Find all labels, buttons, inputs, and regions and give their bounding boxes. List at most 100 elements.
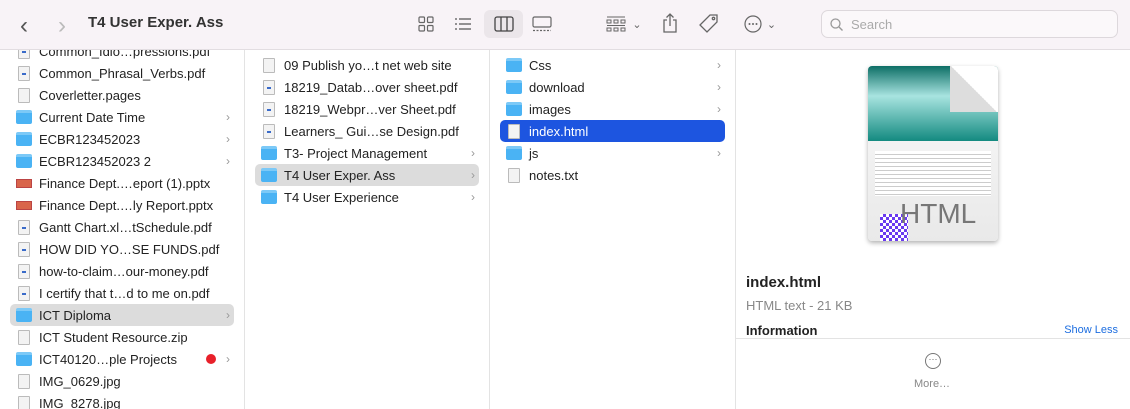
- list-icon: [455, 18, 471, 30]
- folder-icon: [16, 132, 32, 146]
- document-icon: [18, 87, 30, 103]
- list-item[interactable]: T3- Project Management ›: [255, 142, 479, 164]
- list-item[interactable]: how-to-claim…our-money.pdf: [10, 260, 234, 282]
- group-button[interactable]: ⌄: [605, 14, 643, 34]
- document-icon: [508, 123, 520, 139]
- chevron-right-icon: ›: [471, 146, 475, 160]
- toolbar: ‹ › T4 User Exper. Ass ⌄ ⌄ Search: [0, 0, 1130, 50]
- list-item[interactable]: download ›: [500, 76, 725, 98]
- list-item[interactable]: IMG_0629.jpg: [10, 370, 234, 392]
- list-item[interactable]: Finance Dept.…ly Report.pptx: [10, 194, 234, 216]
- file-thumbnail: HTML: [868, 66, 998, 241]
- document-icon: [18, 395, 30, 409]
- item-label: Learners_ Gui…se Design.pdf: [284, 123, 459, 139]
- group-icon: [606, 16, 626, 32]
- ellipsis-circle-icon[interactable]: ···: [925, 353, 941, 369]
- list-item[interactable]: I certify that t…d to me on.pdf: [10, 282, 234, 304]
- list-item[interactable]: ICT Student Resource.zip: [10, 326, 234, 348]
- ellipsis-circle-icon: [744, 15, 762, 33]
- document-icon: [18, 241, 30, 257]
- item-label: Common_Idio…pressions.pdf: [39, 50, 211, 59]
- chevron-right-icon: ›: [226, 110, 230, 124]
- gallery-icon: [532, 16, 552, 32]
- preview-pane: HTML index.html HTML text - 21 KB Inform…: [736, 50, 1130, 409]
- document-icon: [263, 101, 275, 117]
- list-item[interactable]: Gantt Chart.xl…tSchedule.pdf: [10, 216, 234, 238]
- document-icon: [18, 219, 30, 235]
- list-view-button[interactable]: [454, 16, 472, 32]
- item-label: IMG_8278.jpg: [39, 395, 121, 409]
- chevron-right-icon: ›: [471, 168, 475, 182]
- search-placeholder: Search: [851, 16, 893, 32]
- document-icon: [18, 373, 30, 389]
- item-label: HOW DID YO…SE FUNDS.pdf: [39, 241, 220, 257]
- item-label: js: [529, 145, 539, 161]
- list-item[interactable]: ICT40120…ple Projects ›: [10, 348, 234, 370]
- folder-icon: [506, 146, 522, 160]
- list-item[interactable]: Coverletter.pages: [10, 84, 234, 106]
- icon-view-button[interactable]: [418, 16, 434, 32]
- item-label: Finance Dept.…ly Report.pptx: [39, 197, 214, 213]
- chevron-right-icon: ›: [717, 146, 721, 160]
- item-label: images: [529, 101, 571, 117]
- search-field[interactable]: Search: [821, 10, 1118, 38]
- list-item[interactable]: Learners_ Gui…se Design.pdf: [255, 120, 479, 142]
- list-item[interactable]: 18219_Datab…over sheet.pdf: [255, 76, 479, 98]
- tag-button[interactable]: [698, 13, 720, 35]
- list-item[interactable]: Common_Phrasal_Verbs.pdf: [10, 62, 234, 84]
- share-icon: [663, 13, 677, 33]
- document-icon: [18, 329, 30, 345]
- chevron-right-icon: ›: [717, 58, 721, 72]
- item-label: Finance Dept.…eport (1).pptx: [39, 175, 211, 191]
- list-item[interactable]: ECBR123452023 2 ›: [10, 150, 234, 172]
- forward-button[interactable]: ›: [58, 12, 66, 40]
- list-item[interactable]: images ›: [500, 98, 725, 120]
- folder-icon: [16, 110, 32, 124]
- list-item[interactable]: index.html: [500, 120, 725, 142]
- chevron-right-icon: ›: [717, 80, 721, 94]
- document-icon: [18, 285, 30, 301]
- preview-kind-size: HTML text - 21 KB: [746, 298, 853, 313]
- folder-icon: [16, 352, 32, 366]
- list-item[interactable]: Common_Idio…pressions.pdf: [10, 50, 234, 62]
- list-item[interactable]: Css ›: [500, 54, 725, 76]
- list-item[interactable]: js ›: [500, 142, 725, 164]
- item-label: 18219_Datab…over sheet.pdf: [284, 79, 458, 95]
- window-title: T4 User Exper. Ass: [88, 14, 224, 31]
- list-item[interactable]: notes.txt: [500, 164, 725, 186]
- item-label: Gantt Chart.xl…tSchedule.pdf: [39, 219, 212, 235]
- list-item[interactable]: HOW DID YO…SE FUNDS.pdf: [10, 238, 234, 260]
- presentation-icon: [16, 178, 32, 188]
- document-icon: [263, 57, 275, 73]
- folder-icon: [261, 146, 277, 160]
- chevron-right-icon: ›: [226, 132, 230, 146]
- column-3[interactable]: Css › download › images › index.html js › notes.t…: [490, 50, 736, 409]
- red-tag-icon: [206, 354, 216, 364]
- list-item[interactable]: T4 User Experience ›: [255, 186, 479, 208]
- back-button[interactable]: ‹: [20, 12, 28, 40]
- item-label: IMG_0629.jpg: [39, 373, 121, 389]
- list-item[interactable]: IMG_8278.jpg: [10, 392, 234, 409]
- item-label: download: [529, 79, 585, 95]
- column-2[interactable]: 09 Publish yo…t net web site 18219_Datab……: [245, 50, 490, 409]
- list-item[interactable]: Current Date Time ›: [10, 106, 234, 128]
- share-button[interactable]: [662, 12, 678, 34]
- list-item[interactable]: ICT Diploma ›: [10, 304, 234, 326]
- column-1[interactable]: Common_Idio…pressions.pdf Common_Phrasal_…: [0, 50, 245, 409]
- chevron-right-icon: ›: [717, 102, 721, 116]
- folder-icon: [16, 308, 32, 322]
- item-label: ECBR123452023: [39, 131, 141, 147]
- list-item[interactable]: ECBR123452023 ›: [10, 128, 234, 150]
- gallery-view-button[interactable]: [532, 16, 552, 32]
- list-item[interactable]: 18219_Webpr…ver Sheet.pdf: [255, 98, 479, 120]
- more-button[interactable]: More…: [914, 378, 950, 390]
- item-label: T3- Project Management: [284, 145, 428, 161]
- information-heading: Information: [746, 323, 818, 338]
- column-view-button[interactable]: [484, 10, 523, 38]
- more-actions-button[interactable]: ⌄: [742, 14, 778, 34]
- show-less-link[interactable]: Show Less: [1064, 324, 1118, 336]
- list-item[interactable]: T4 User Exper. Ass ›: [255, 164, 479, 186]
- list-item[interactable]: Finance Dept.…eport (1).pptx: [10, 172, 234, 194]
- columns-icon: [493, 16, 514, 32]
- list-item[interactable]: 09 Publish yo…t net web site: [255, 54, 479, 76]
